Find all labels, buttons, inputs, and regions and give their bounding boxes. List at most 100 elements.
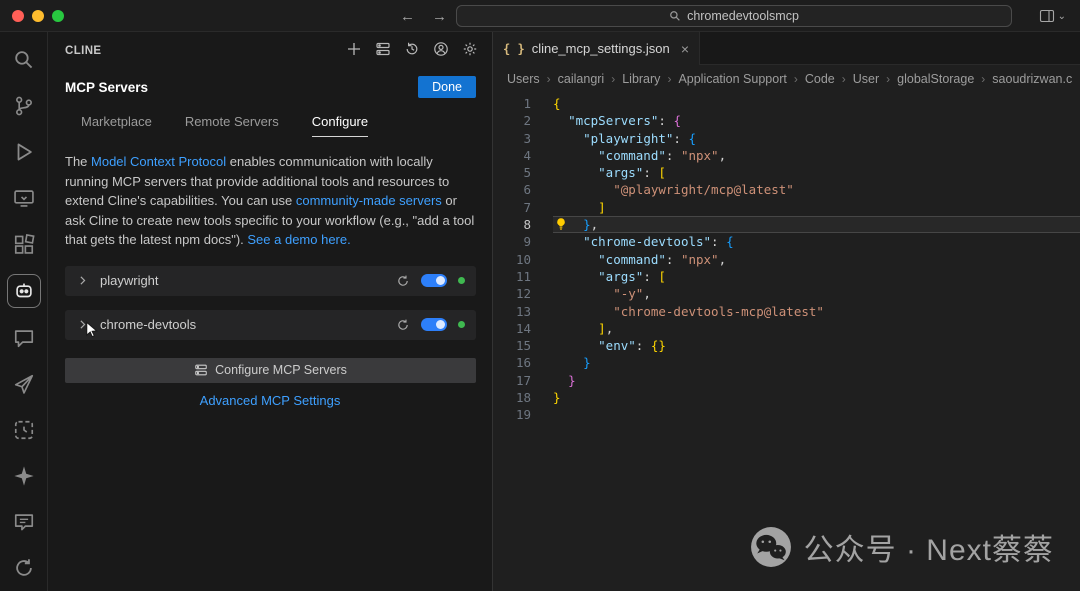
activity-item-extensions[interactable] bbox=[7, 228, 41, 260]
advanced-mcp-settings-link[interactable]: Advanced MCP Settings bbox=[48, 393, 492, 408]
new-task-button[interactable] bbox=[346, 41, 362, 62]
activity-item-timeline[interactable] bbox=[7, 414, 41, 446]
code-token: , bbox=[719, 148, 727, 163]
tab-marketplace[interactable]: Marketplace bbox=[81, 114, 152, 137]
server-toggle[interactable] bbox=[421, 318, 447, 331]
code-token: "command" bbox=[598, 148, 666, 163]
code-token: : bbox=[711, 234, 726, 249]
description-link[interactable]: Model Context Protocol bbox=[91, 154, 226, 169]
history-button[interactable] bbox=[404, 41, 420, 62]
code-line[interactable]: 9 "chrome-devtools": { bbox=[493, 233, 1080, 250]
account-button[interactable] bbox=[433, 41, 449, 62]
line-content: "chrome-devtools-mcp@latest" bbox=[553, 303, 1080, 320]
code-line[interactable]: 1{ bbox=[493, 95, 1080, 112]
line-number: 4 bbox=[493, 147, 531, 164]
breadcrumb-item[interactable]: Application Support bbox=[678, 72, 786, 86]
cline-panel: CLINE MCP Servers Done Marketplace Remot… bbox=[48, 32, 493, 591]
activity-item-run-and-debug[interactable] bbox=[7, 136, 41, 168]
code-line[interactable]: 18} bbox=[493, 389, 1080, 406]
minimize-window-button[interactable] bbox=[32, 10, 44, 22]
breadcrumb-item[interactable]: globalStorage bbox=[897, 72, 974, 86]
settings-button[interactable] bbox=[462, 41, 478, 62]
code-line[interactable]: 7 ] bbox=[493, 199, 1080, 216]
line-number: 14 bbox=[493, 320, 531, 337]
line-content: "chrome-devtools": { bbox=[553, 233, 1080, 250]
code-token: { bbox=[553, 96, 561, 111]
activity-item-chat[interactable] bbox=[7, 322, 41, 354]
configure-mcp-servers-button[interactable]: Configure MCP Servers bbox=[65, 358, 476, 383]
server-toggle[interactable] bbox=[421, 274, 447, 287]
activity-item-remote-explorer[interactable] bbox=[7, 182, 41, 214]
titlebar-search-value: chromedevtoolsmcp bbox=[687, 9, 799, 23]
line-content: "playwright": { bbox=[553, 130, 1080, 147]
code-area[interactable]: 1{2 "mcpServers": {3 "playwright": {4 "c… bbox=[493, 92, 1080, 591]
done-button[interactable]: Done bbox=[418, 76, 476, 98]
feedback-bubble-icon bbox=[13, 511, 35, 533]
toggle-knob bbox=[436, 320, 445, 329]
description-link[interactable]: See a demo here. bbox=[247, 232, 350, 247]
restart-server-icon[interactable] bbox=[396, 274, 410, 288]
server-list: playwright chrome-devtools bbox=[48, 266, 492, 354]
code-line[interactable]: 11 "args": [ bbox=[493, 268, 1080, 285]
line-content: "args": [ bbox=[553, 164, 1080, 181]
code-line[interactable]: 5 "args": [ bbox=[493, 164, 1080, 181]
description-link[interactable]: community-made servers bbox=[296, 193, 442, 208]
code-line[interactable]: 19 bbox=[493, 406, 1080, 423]
breadcrumb-item[interactable]: Code bbox=[805, 72, 835, 86]
layout-toggle-button[interactable]: ⌄ bbox=[1039, 0, 1066, 32]
editor-tab-cline-mcp-settings[interactable]: { } cline_mcp_settings.json × bbox=[493, 32, 700, 65]
breadcrumb-item[interactable]: saoudrizwan.c bbox=[992, 72, 1072, 86]
code-line[interactable]: 2 "mcpServers": { bbox=[493, 112, 1080, 129]
code-line[interactable]: 14 ], bbox=[493, 320, 1080, 337]
code-line[interactable]: 10 "command": "npx", bbox=[493, 251, 1080, 268]
breadcrumb-separator: › bbox=[611, 72, 615, 86]
activity-item-feedback[interactable] bbox=[7, 506, 41, 538]
watermark: 公众号 · Next蔡蔡 bbox=[750, 525, 1054, 569]
activity-item-source-control[interactable] bbox=[7, 90, 41, 122]
breadcrumb-item[interactable]: User bbox=[853, 72, 879, 86]
code-line[interactable]: 13 "chrome-devtools-mcp@latest" bbox=[493, 303, 1080, 320]
code-line[interactable]: 3 "playwright": { bbox=[493, 130, 1080, 147]
code-line[interactable]: 8 }, bbox=[493, 216, 1080, 233]
chevron-right-icon[interactable] bbox=[76, 274, 89, 287]
breadcrumb-item[interactable]: Users bbox=[507, 72, 540, 86]
server-row-playwright[interactable]: playwright bbox=[65, 266, 476, 296]
code-token: "playwright" bbox=[583, 131, 673, 146]
activity-item-deploy[interactable] bbox=[7, 368, 41, 400]
code-line[interactable]: 6 "@playwright/mcp@latest" bbox=[493, 181, 1080, 198]
code-line[interactable]: 4 "command": "npx", bbox=[493, 147, 1080, 164]
close-window-button[interactable] bbox=[12, 10, 24, 22]
gear-icon bbox=[462, 41, 478, 57]
tab-configure[interactable]: Configure bbox=[312, 114, 368, 137]
tab-remote-servers[interactable]: Remote Servers bbox=[185, 114, 279, 137]
code-line[interactable]: 15 "env": {} bbox=[493, 337, 1080, 354]
activity-item-sync[interactable] bbox=[7, 552, 41, 584]
code-token bbox=[553, 321, 598, 336]
zoom-window-button[interactable] bbox=[52, 10, 64, 22]
code-line[interactable]: 17 } bbox=[493, 372, 1080, 389]
activity-bar bbox=[0, 32, 48, 591]
back-arrow-icon[interactable]: ← bbox=[400, 8, 415, 25]
server-row-chrome-devtools[interactable]: chrome-devtools bbox=[65, 310, 476, 340]
restart-server-icon[interactable] bbox=[396, 318, 410, 332]
search-icon bbox=[13, 49, 35, 71]
code-token: {} bbox=[651, 338, 666, 353]
line-number: 7 bbox=[493, 199, 531, 216]
titlebar-search[interactable]: chromedevtoolsmcp bbox=[456, 5, 1012, 27]
activity-item-search[interactable] bbox=[7, 44, 41, 76]
forward-arrow-icon[interactable]: → bbox=[432, 8, 447, 25]
code-token bbox=[553, 338, 598, 353]
line-number: 19 bbox=[493, 406, 531, 423]
activity-item-copilot[interactable] bbox=[7, 460, 41, 492]
code-line[interactable]: 16 } bbox=[493, 354, 1080, 371]
watermark-text: 公众号 · Next蔡蔡 bbox=[804, 525, 1054, 569]
code-token: "npx" bbox=[681, 148, 719, 163]
code-token bbox=[553, 286, 613, 301]
mcp-servers-button[interactable] bbox=[375, 41, 391, 62]
close-tab-icon[interactable]: × bbox=[681, 42, 689, 56]
activity-item-cline[interactable] bbox=[7, 274, 41, 308]
code-line[interactable]: 12 "-y", bbox=[493, 285, 1080, 302]
code-token: { bbox=[673, 113, 681, 128]
breadcrumb-item[interactable]: cailangri bbox=[558, 72, 605, 86]
breadcrumb-item[interactable]: Library bbox=[622, 72, 660, 86]
